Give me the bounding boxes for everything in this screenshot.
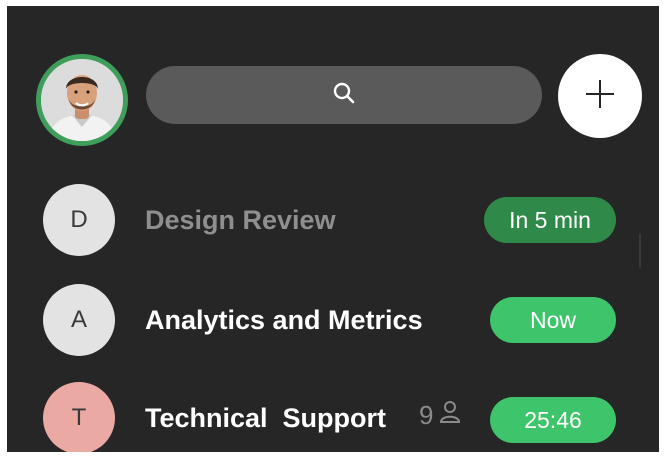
user-avatar-photo-icon (41, 59, 123, 141)
meeting-initial: A (70, 306, 87, 333)
meeting-row-technical-support[interactable]: T Technical Support 9 25:46 (7, 378, 659, 452)
meeting-row-analytics[interactable]: A Analytics and Metrics Now (7, 280, 659, 360)
meeting-title: Technical Support (145, 403, 387, 433)
meeting-avatar: T (43, 382, 115, 452)
search-icon (332, 81, 356, 110)
status-text: 25:46 (524, 406, 582, 433)
meeting-row-design-review[interactable]: D Design Review In 5 min (7, 180, 659, 260)
meeting-title: Design Review (145, 205, 336, 235)
add-meeting-button[interactable] (558, 54, 642, 138)
status-badge: Now (490, 297, 616, 343)
meeting-initial: D (70, 206, 88, 233)
user-avatar[interactable] (36, 54, 128, 146)
meeting-initial: T (71, 404, 87, 431)
participant-count: 9 (419, 400, 461, 431)
scrollbar[interactable] (639, 234, 641, 268)
plus-icon (583, 77, 617, 116)
status-badge: 25:46 (490, 397, 616, 443)
participant-number: 9 (419, 400, 434, 430)
meeting-avatar: A (43, 284, 115, 356)
meetings-panel: D Design Review In 5 min A Analytics and… (7, 6, 659, 452)
search-bar[interactable] (146, 66, 542, 124)
meeting-avatar: D (43, 184, 115, 256)
status-text: Now (529, 306, 576, 333)
meeting-title: Analytics and Metrics (145, 305, 423, 335)
status-badge: In 5 min (484, 197, 616, 243)
person-icon (439, 400, 461, 431)
status-text: In 5 min (509, 206, 591, 233)
